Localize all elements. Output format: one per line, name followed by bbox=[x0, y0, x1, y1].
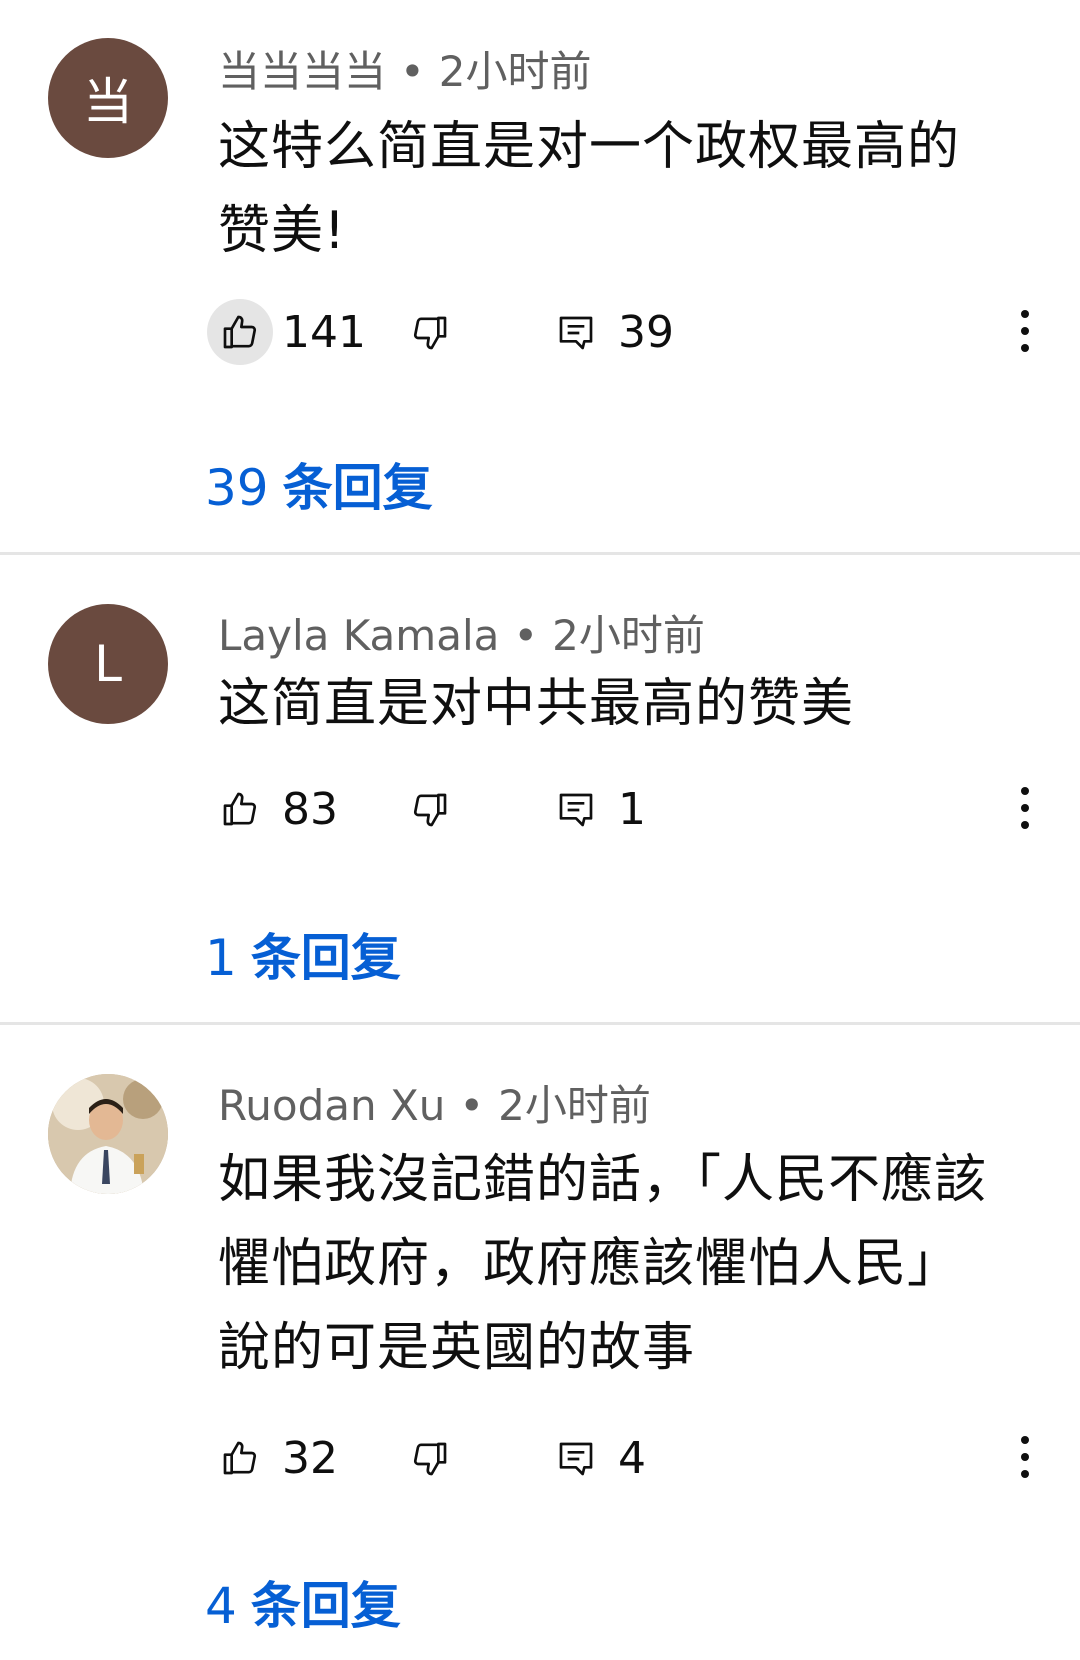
comment-text: 如果我沒記錯的話，「人民不應該懼怕政府，政府應該懼怕人民」說的可是英國的故事 bbox=[218, 1150, 988, 1378]
more-vert-icon bbox=[1021, 787, 1029, 795]
thumb-up-icon bbox=[223, 792, 257, 826]
view-replies-link[interactable]: 4 条回复 bbox=[205, 1566, 401, 1638]
meta-separator: • bbox=[459, 1081, 485, 1130]
reply-button[interactable] bbox=[548, 305, 604, 361]
more-vert-dot bbox=[1021, 327, 1029, 335]
author-name[interactable]: Ruodan Xu bbox=[218, 1081, 445, 1130]
divider bbox=[0, 552, 1080, 555]
avatar-photo bbox=[48, 1074, 168, 1194]
comment-meta: Ruodan Xu • 2小时前 bbox=[218, 1072, 651, 1133]
comment-text: 这特么简直是对一个政权最高的赞美! bbox=[218, 117, 961, 261]
reply-count: 1 bbox=[618, 784, 646, 835]
like-count: 83 bbox=[282, 784, 338, 835]
like-button[interactable] bbox=[207, 1425, 273, 1491]
like-button[interactable] bbox=[207, 299, 273, 365]
comment-actions: 32 4 bbox=[0, 1425, 1080, 1495]
more-vert-dot bbox=[1021, 804, 1029, 812]
comment-actions: 83 1 bbox=[0, 776, 1080, 846]
more-vert-dot bbox=[1021, 821, 1029, 829]
meta-separator: • bbox=[400, 47, 425, 96]
more-vert-dot bbox=[1021, 344, 1029, 352]
replies-label: 条回复 bbox=[250, 1577, 401, 1635]
more-vert-icon bbox=[1021, 1436, 1029, 1444]
comment-icon bbox=[559, 1442, 593, 1476]
thumb-down-icon bbox=[413, 1442, 447, 1476]
reply-count: 39 bbox=[618, 307, 674, 358]
like-count: 32 bbox=[282, 1433, 338, 1484]
avatar-letter: 当 bbox=[83, 73, 133, 131]
view-replies-link[interactable]: 1 条回复 bbox=[205, 918, 401, 990]
comment-text: 这简直是对中共最高的赞美 bbox=[218, 674, 855, 734]
author-name[interactable]: 当当当当 bbox=[218, 47, 386, 96]
thumb-up-icon bbox=[223, 1441, 257, 1475]
thumb-down-icon bbox=[413, 316, 447, 350]
reply-button[interactable] bbox=[548, 782, 604, 838]
avatar[interactable]: 当 bbox=[48, 38, 168, 158]
replies-number: 4 bbox=[205, 1577, 237, 1635]
like-count: 141 bbox=[282, 307, 366, 358]
timestamp[interactable]: 2小时前 bbox=[498, 1081, 651, 1130]
dislike-button[interactable] bbox=[402, 782, 458, 838]
more-vert-dot bbox=[1021, 1470, 1029, 1478]
comment-icon bbox=[559, 793, 593, 827]
divider bbox=[0, 1022, 1080, 1025]
comment-icon bbox=[559, 316, 593, 350]
thumb-up-icon bbox=[223, 315, 257, 349]
thumb-down-icon bbox=[413, 793, 447, 827]
meta-separator: • bbox=[513, 611, 539, 660]
like-button[interactable] bbox=[207, 776, 273, 842]
timestamp[interactable]: 2小时前 bbox=[552, 611, 705, 660]
more-vert-dot bbox=[1021, 1453, 1029, 1461]
comment-meta: 当当当当 • 2小时前 bbox=[218, 38, 592, 99]
more-options-button[interactable] bbox=[1010, 1427, 1040, 1487]
dislike-button[interactable] bbox=[402, 1431, 458, 1487]
replies-label: 条回复 bbox=[250, 929, 401, 987]
more-options-button[interactable] bbox=[1010, 301, 1040, 361]
reply-count: 4 bbox=[618, 1433, 646, 1484]
more-vert-icon bbox=[1021, 310, 1029, 318]
author-name[interactable]: Layla Kamala bbox=[218, 611, 499, 660]
dislike-button[interactable] bbox=[402, 305, 458, 361]
avatar[interactable]: L bbox=[48, 604, 168, 724]
comment-actions: 141 39 bbox=[0, 299, 1080, 369]
comment-meta: Layla Kamala • 2小时前 bbox=[218, 602, 705, 663]
replies-number: 1 bbox=[205, 929, 237, 987]
avatar-letter: L bbox=[94, 635, 122, 693]
view-replies-link[interactable]: 39 条回复 bbox=[205, 448, 433, 520]
timestamp[interactable]: 2小时前 bbox=[439, 47, 592, 96]
replies-label: 条回复 bbox=[282, 459, 433, 517]
avatar[interactable] bbox=[48, 1074, 168, 1194]
reply-button[interactable] bbox=[548, 1431, 604, 1487]
more-options-button[interactable] bbox=[1010, 778, 1040, 838]
replies-number: 39 bbox=[205, 459, 269, 517]
